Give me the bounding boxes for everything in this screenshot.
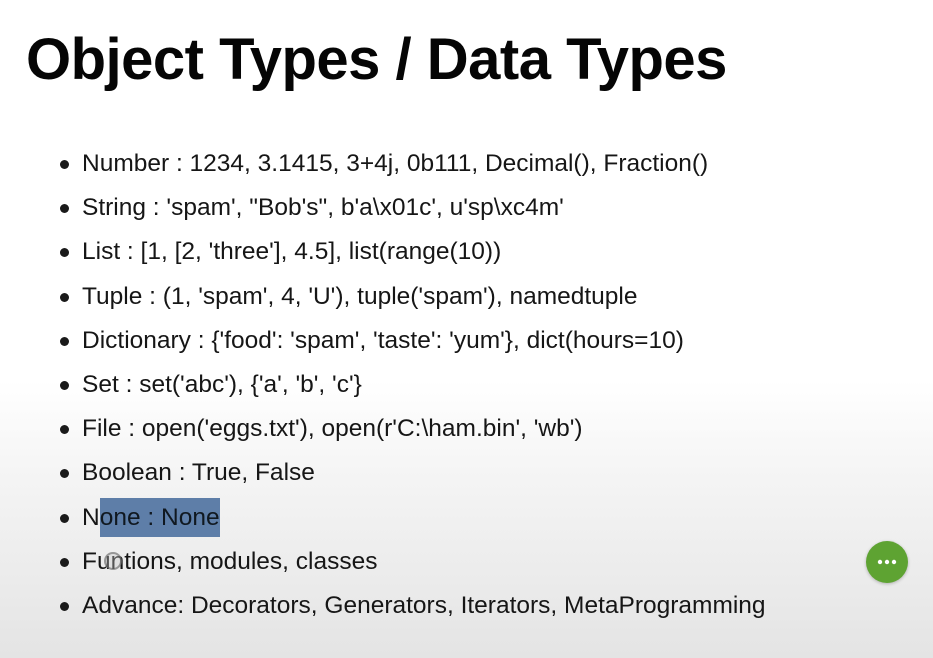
bullet-item-file: File : open('eggs.txt'), open(r'C:\ham.b…	[58, 407, 766, 451]
bullet-item-none: None : None	[58, 496, 766, 540]
bullet-text: Set : set('abc'), {'a', 'b', 'c'}	[82, 370, 362, 398]
bullet-text: Dictionary : {'food': 'spam', 'taste': '…	[82, 326, 684, 354]
bullet-dot-icon	[60, 469, 69, 479]
bullet-item-functions: Funtions, modules, classes	[58, 540, 766, 584]
slide-title: Object Types / Data Types	[26, 27, 727, 92]
bullet-dot-icon	[60, 160, 69, 169]
bullet-item-tuple: Tuple : (1, 'spam', 4, 'U'), tuple('spam…	[58, 275, 766, 319]
bullet-text: Funtions, modules, classes	[82, 547, 378, 575]
bullet-item-number: Number : 1234, 3.1415, 3+4j, 0b111, Deci…	[58, 142, 766, 186]
bullet-text: Tuple : (1, 'spam', 4, 'U'), tuple('spam…	[82, 282, 638, 310]
bullet-text: File : open('eggs.txt'), open(r'C:\ham.b…	[82, 415, 583, 443]
bullet-text: Advance: Decorators, Generators, Iterato…	[82, 591, 766, 619]
bullet-list: Number : 1234, 3.1415, 3+4j, 0b111, Deci…	[58, 142, 766, 628]
bullet-item-dictionary: Dictionary : {'food': 'spam', 'taste': '…	[58, 319, 766, 363]
bullet-dot-icon	[60, 336, 69, 346]
bullet-item-string: String : 'spam', "Bob's", b'a\x01c', u's…	[58, 186, 766, 230]
more-options-button[interactable]	[866, 541, 908, 583]
bullet-item-boolean: Boolean : True, False	[58, 451, 766, 495]
bullet-dot-icon	[60, 292, 69, 302]
slide: Object Types / Data Types Number : 1234,…	[0, 0, 933, 658]
bullet-text: Number : 1234, 3.1415, 3+4j, 0b111, Deci…	[82, 150, 709, 177]
bullet-text: List : [1, [2, 'three'], 4.5], list(rang…	[82, 238, 502, 266]
mouse-cursor-icon	[104, 552, 122, 570]
bullet-dot-icon	[60, 557, 69, 567]
bullet-dot-icon	[60, 513, 69, 523]
bullet-item-list: List : [1, [2, 'three'], 4.5], list(rang…	[58, 230, 766, 274]
text-selection-highlight[interactable]: one : None	[99, 497, 220, 537]
bullet-dot-icon	[60, 380, 69, 390]
bullet-text: String : 'spam', "Bob's", b'a\x01c', u's…	[82, 194, 564, 222]
bullet-item-set: Set : set('abc'), {'a', 'b', 'c'}	[58, 363, 766, 407]
bullet-dot-icon	[60, 601, 69, 611]
bullet-text-prefix: N	[82, 503, 100, 531]
bullet-dot-icon	[60, 425, 69, 435]
bullet-text: Boolean : True, False	[82, 459, 315, 487]
more-horizontal-icon	[877, 559, 897, 565]
bullet-item-advance: Advance: Decorators, Generators, Iterato…	[58, 584, 766, 628]
bullet-dot-icon	[60, 248, 69, 258]
bullet-dot-icon	[60, 204, 69, 214]
